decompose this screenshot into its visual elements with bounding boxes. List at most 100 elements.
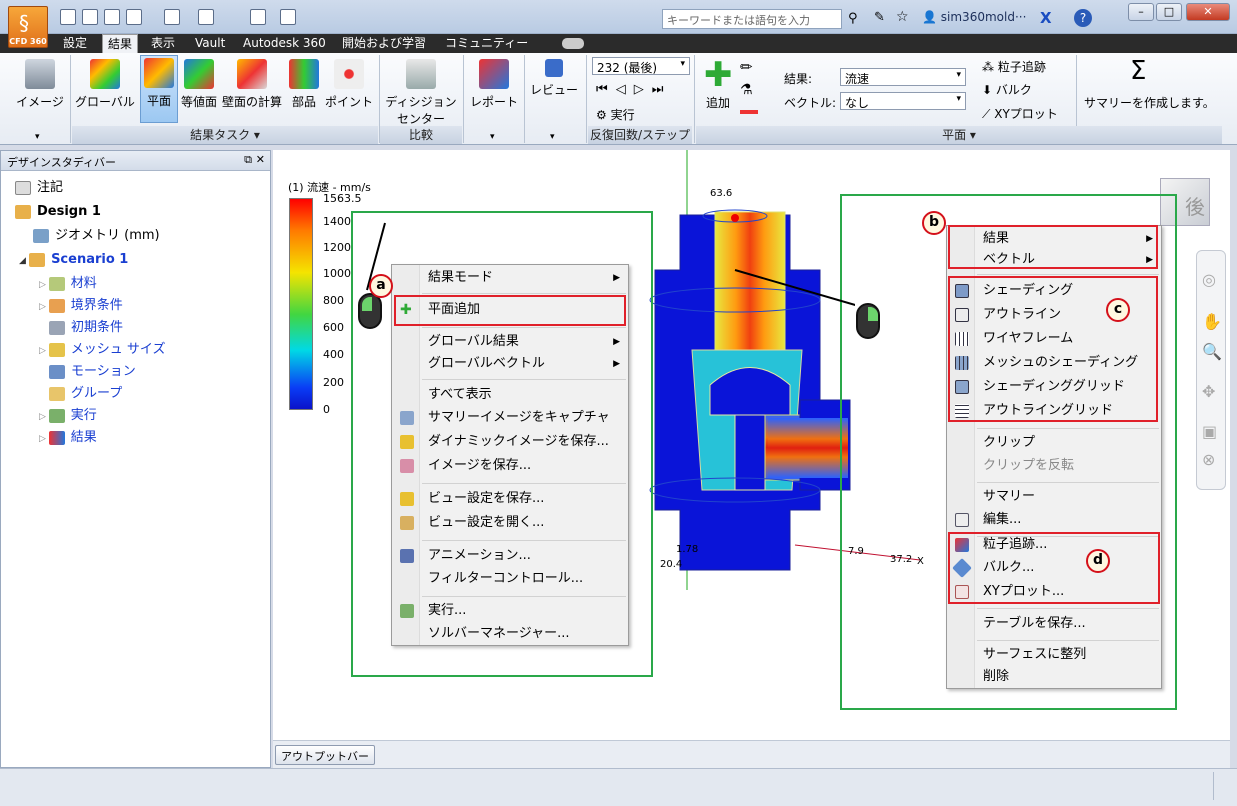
menu-results[interactable]: 結果 <box>102 34 139 53</box>
review-button[interactable]: レビュー <box>526 57 582 125</box>
menu-global-vector[interactable]: グローバルベクトル ▶ <box>392 353 628 375</box>
menu-align-surface[interactable]: サーフェスに整列 <box>947 644 1161 666</box>
tree-group[interactable]: グループ <box>49 383 122 405</box>
star-icon[interactable]: ☆ <box>896 9 909 25</box>
menu-capture-summary[interactable]: サマリーイメージをキャプチャ <box>392 407 628 429</box>
save-as-icon[interactable] <box>126 9 142 25</box>
result-tasks-group[interactable]: 結果タスク ▾ <box>72 126 378 144</box>
menu-edit[interactable]: 編集... <box>947 509 1161 531</box>
tree-mesh[interactable]: ▷ メッシュ サイズ <box>39 339 166 361</box>
bulk-button[interactable]: ⬇ バルク <box>982 81 1032 98</box>
menu-settings[interactable]: 設定 <box>58 34 92 53</box>
menu-animation[interactable]: アニメーション... <box>392 545 628 567</box>
decision-center-button[interactable]: ディシジョン センター <box>382 57 460 126</box>
zoom-icon[interactable]: 🔍 <box>1202 342 1222 361</box>
add-label[interactable]: 追加 <box>706 94 730 111</box>
steering-wheel-icon[interactable]: ◎ <box>1202 270 1216 289</box>
menu-global-result[interactable]: グローバル結果 ▶ <box>392 331 628 353</box>
tree-results[interactable]: ▷ 結果 <box>39 427 97 449</box>
look-at-icon[interactable]: ▣ <box>1202 422 1217 441</box>
select-icon[interactable] <box>164 9 180 25</box>
tree-label: Scenario 1 <box>51 252 129 267</box>
save-icon[interactable] <box>104 9 120 25</box>
tree-initial[interactable]: 初期条件 <box>49 317 123 339</box>
plane-button[interactable]: 平面 <box>140 55 178 123</box>
report-label: レポート <box>469 95 518 109</box>
remove-icon[interactable] <box>740 110 758 114</box>
summary-button[interactable]: サマリーを作成します。 <box>1084 94 1215 111</box>
minimize-button[interactable]: – <box>1128 3 1154 21</box>
tree-motion[interactable]: モーション <box>49 361 136 383</box>
particle-trace-button[interactable]: ⁂ 粒子追跡 <box>982 58 1046 75</box>
report-dropdown-icon[interactable]: ▾ <box>490 132 495 142</box>
menu-save-image[interactable]: イメージを保存... <box>392 455 628 477</box>
isosurface-button[interactable]: 等値面 <box>178 57 220 125</box>
menu-run[interactable]: 実行... <box>392 600 628 622</box>
table-icon[interactable] <box>280 9 296 25</box>
tree-label: モーション <box>71 364 136 379</box>
menu-open-view[interactable]: ビュー設定を開く... <box>392 512 628 534</box>
close-button[interactable]: ✕ <box>1186 3 1230 21</box>
menu-show-all[interactable]: すべて表示 <box>392 384 628 406</box>
menu-save-view[interactable]: ビュー設定を保存... <box>392 488 628 510</box>
maximize-button[interactable]: □ <box>1156 3 1182 21</box>
tree-run[interactable]: ▷ 実行 <box>39 405 97 427</box>
review-dropdown-icon[interactable]: ▾ <box>550 132 555 142</box>
view-icon[interactable] <box>198 9 214 25</box>
step-select[interactable]: 232 (最後) ▾ <box>592 57 690 75</box>
pan-icon[interactable]: ✋ <box>1202 312 1222 331</box>
tree-scenario[interactable]: ◢ Scenario 1 <box>19 249 128 271</box>
ribbon-toggle-icon[interactable] <box>562 38 584 49</box>
report-button[interactable]: レポート <box>466 57 522 125</box>
image-dropdown-icon[interactable]: ▾ <box>35 132 40 142</box>
menu-view[interactable]: 表示 <box>146 34 180 53</box>
wall-calc-button[interactable]: 壁面の計算 <box>220 57 284 125</box>
tree-geometry[interactable]: ジオメトリ (mm) <box>33 225 160 247</box>
user-name[interactable]: 👤 sim360mold··· <box>922 10 1026 24</box>
part-button[interactable]: 部品 <box>286 57 322 125</box>
run-button[interactable]: ⚙ 実行 <box>596 106 635 123</box>
search-input[interactable]: キーワードまたは語句を入力 <box>662 9 842 29</box>
menu-learn[interactable]: 開始および学習 <box>337 34 431 53</box>
run-icon <box>400 604 414 618</box>
result-select[interactable]: 流速 ▾ <box>840 68 966 86</box>
menu-result-mode[interactable]: 結果モード ▶ <box>392 267 628 289</box>
plane-group[interactable]: 平面 ▾ <box>696 126 1222 144</box>
xy-plot-button[interactable]: ⟋ XYプロット <box>982 105 1058 122</box>
dock-icon[interactable]: ⧉ <box>244 153 252 167</box>
add-icon[interactable]: ✚ <box>704 58 733 92</box>
menu-summary[interactable]: サマリー <box>947 486 1161 508</box>
menu-filter-control[interactable]: フィルターコントロール... <box>392 568 628 590</box>
menu-community[interactable]: コミュニティー <box>440 34 533 53</box>
exchange-icon[interactable]: X <box>1040 9 1052 27</box>
menu-solver-manager[interactable]: ソルバーマネージャー... <box>392 623 628 645</box>
output-bar-button[interactable]: アウトプットバー <box>275 745 375 765</box>
binoculars-icon[interactable]: ⚲ <box>848 11 858 26</box>
orbit-icon[interactable]: ✥ <box>1202 382 1215 401</box>
tree-boundary[interactable]: ▷ 境界条件 <box>39 295 123 317</box>
home-icon[interactable]: ⊗ <box>1202 450 1215 469</box>
tree-material[interactable]: ▷ 材料 <box>39 273 97 295</box>
menu-save-dynamic[interactable]: ダイナミックイメージを保存... <box>392 431 628 453</box>
menu-save-table[interactable]: テーブルを保存... <box>947 613 1161 635</box>
eyedropper-icon[interactable]: ⚗ <box>740 82 753 98</box>
step-nav-icons[interactable]: ⏮◁▷⏭ <box>596 82 671 97</box>
help-icon[interactable]: ? <box>1074 9 1092 27</box>
vector-select[interactable]: なし ▾ <box>840 92 966 110</box>
menu-vault[interactable]: Vault <box>190 34 230 53</box>
image-button[interactable]: イメージ <box>12 57 68 125</box>
menu-clip[interactable]: クリップ <box>947 432 1161 454</box>
pencil-icon[interactable]: ✏ <box>740 58 753 76</box>
global-button[interactable]: グローバル <box>72 57 138 125</box>
new-icon[interactable] <box>60 9 76 25</box>
app-logo[interactable]: § CFD 360 <box>8 6 48 48</box>
layout-icon[interactable] <box>250 9 266 25</box>
point-button[interactable]: ポイント <box>322 57 376 125</box>
menu-autodesk360[interactable]: Autodesk 360 <box>238 34 331 53</box>
menu-delete[interactable]: 削除 <box>947 666 1161 688</box>
close-icon[interactable]: ✕ <box>256 153 265 166</box>
tree-notes[interactable]: 注記 <box>15 177 63 199</box>
tree-design[interactable]: Design 1 <box>15 201 101 223</box>
open-icon[interactable] <box>82 9 98 25</box>
wrench-icon[interactable]: ✎ <box>874 10 885 25</box>
